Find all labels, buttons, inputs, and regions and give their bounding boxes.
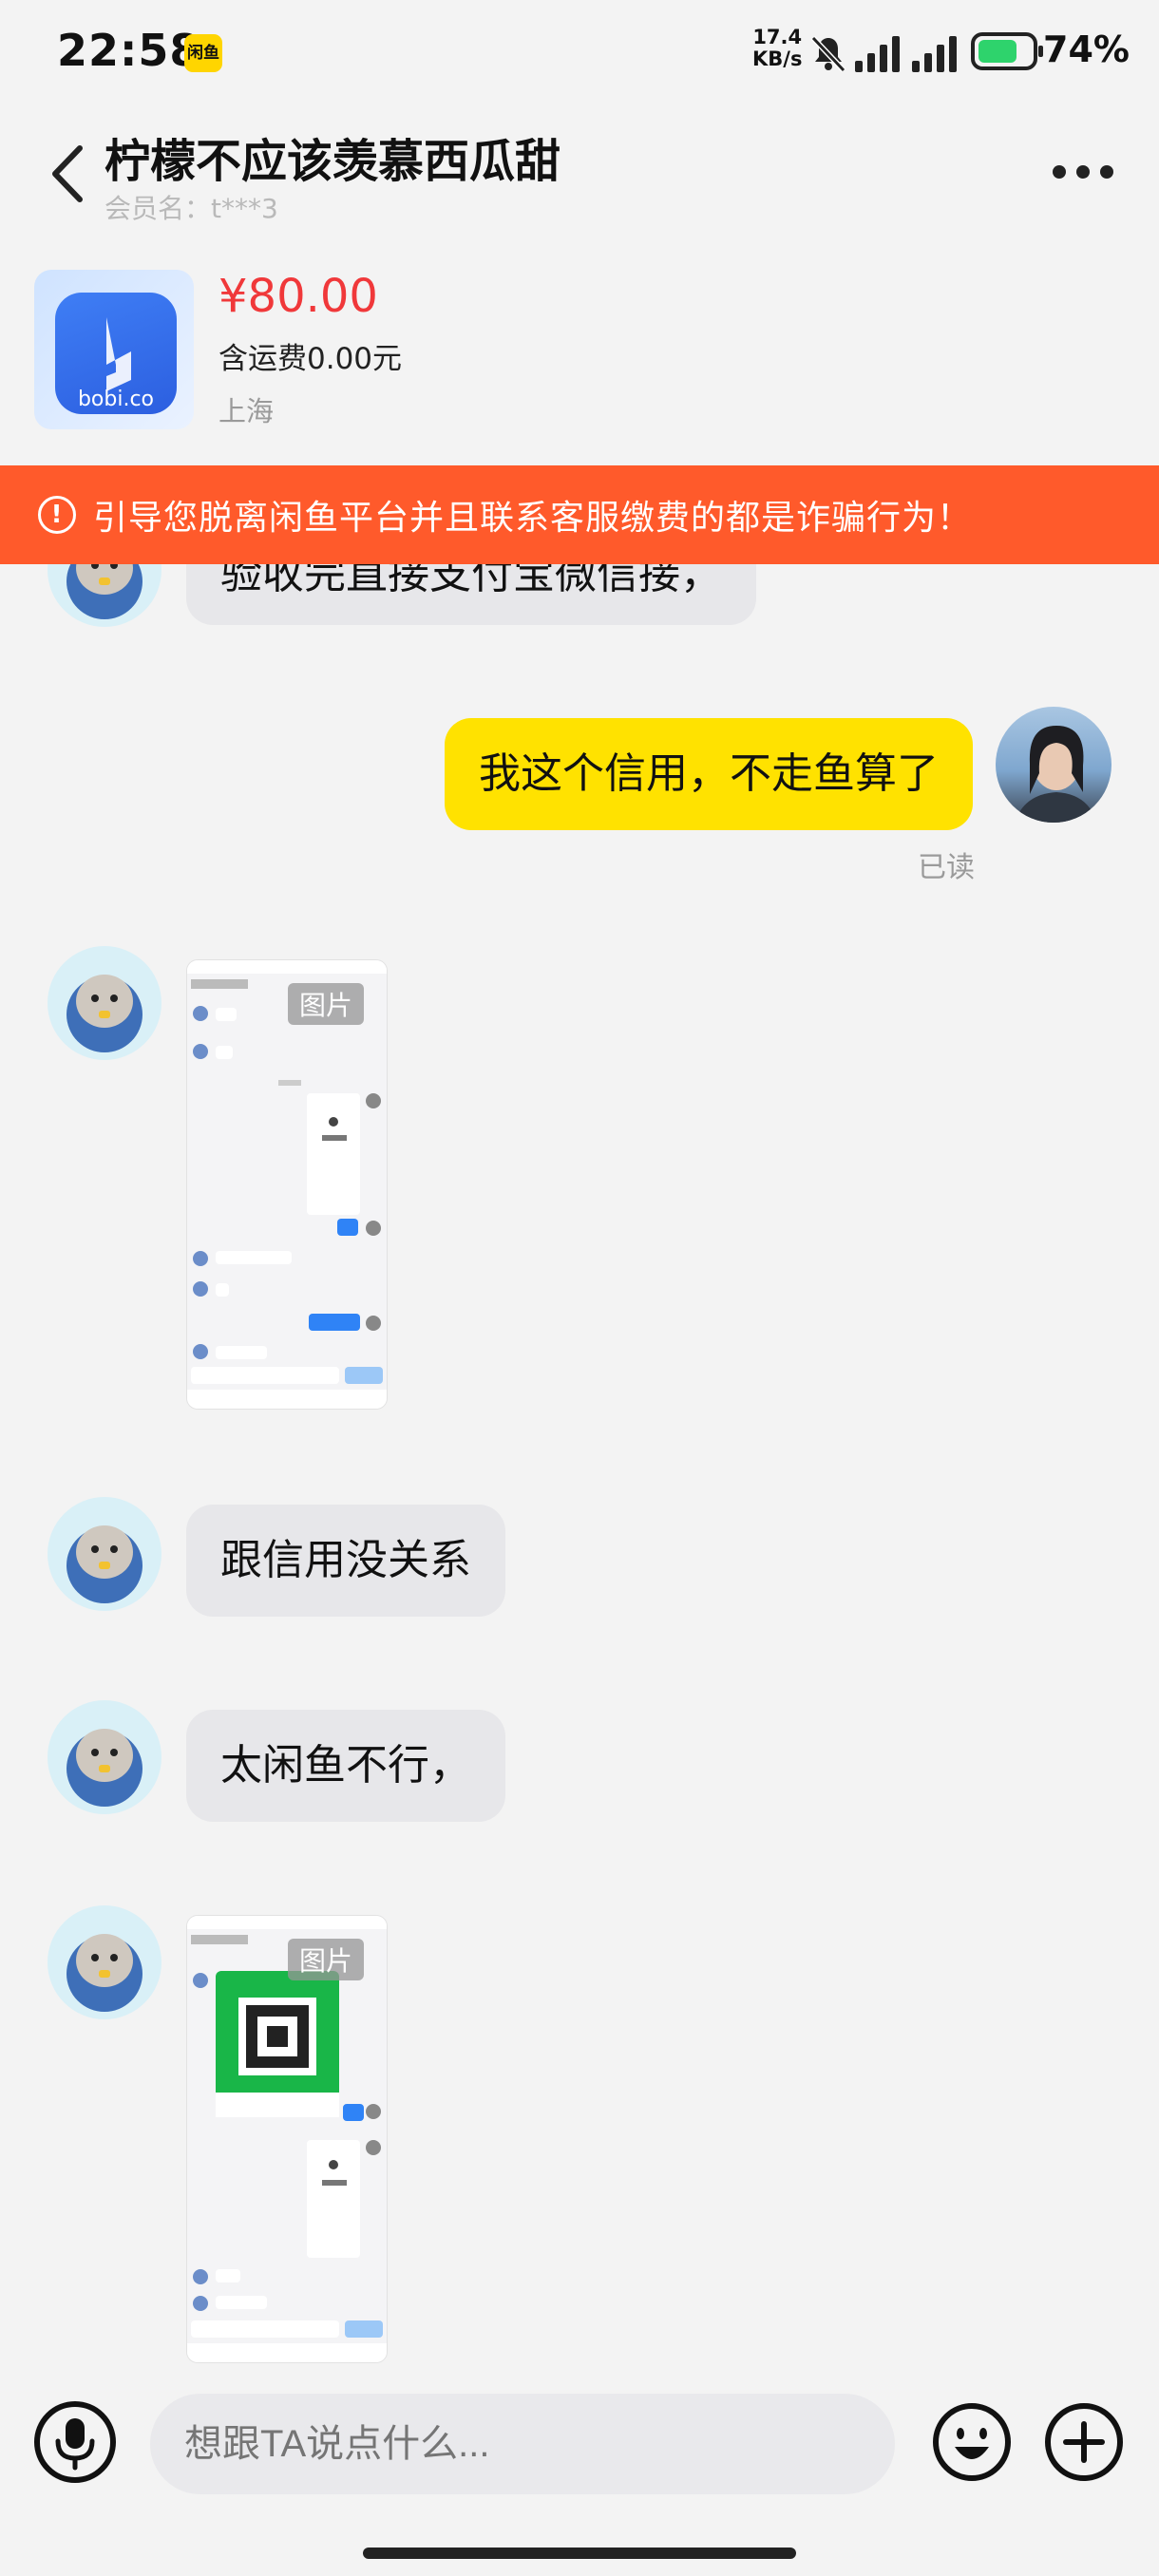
my-avatar[interactable]	[996, 707, 1112, 823]
shipping-fee: 含运费0.00元	[218, 342, 403, 376]
seller-avatar[interactable]	[48, 1497, 162, 1611]
emoji-button-icon[interactable]	[931, 2401, 1013, 2483]
battery-icon	[971, 32, 1043, 70]
status-bar: 22:58 闲鱼 17.4 KB/s 74%	[0, 0, 1159, 104]
message-bubble-outgoing: 我这个信用，不走鱼算了	[445, 718, 973, 830]
more-menu-icon[interactable]	[1051, 163, 1115, 180]
image-message[interactable]: 图片	[186, 959, 388, 1410]
product-location: 上海	[218, 395, 275, 427]
home-indicator[interactable]	[363, 2548, 796, 2559]
battery-fill	[978, 40, 1016, 63]
network-speed: 17.4 KB/s	[752, 27, 802, 70]
member-name: 会员名：t***3	[104, 193, 278, 224]
microphone-icon	[55, 2418, 95, 2471]
seller-avatar[interactable]	[48, 1700, 162, 1814]
signal-bars-icon	[912, 36, 957, 72]
warning-icon: !	[38, 496, 76, 534]
seller-avatar[interactable]	[48, 946, 162, 1060]
image-message[interactable]: 图片	[186, 1915, 388, 2363]
image-label: 图片	[288, 983, 365, 1025]
speed-value: 17.4	[752, 26, 803, 48]
product-thumbnail[interactable]: bobi.co	[34, 270, 194, 429]
mute-bell-icon	[810, 35, 846, 73]
message-bubble-incoming: 太闲鱼不行，	[186, 1710, 505, 1822]
fraud-warning-banner: ! 引导您脱离闲鱼平台并且联系客服缴费的都是诈骗行为！	[0, 465, 1159, 564]
message-input[interactable]	[150, 2394, 895, 2494]
signal-bars-icon	[855, 36, 900, 72]
add-attachment-icon[interactable]	[1043, 2401, 1125, 2483]
speed-unit: KB/s	[752, 47, 803, 70]
product-app-name: bobi.co	[77, 388, 155, 411]
seller-avatar[interactable]	[48, 1905, 162, 2019]
back-arrow-icon[interactable]	[48, 141, 89, 207]
xianyu-notification-icon: 闲鱼	[184, 34, 222, 72]
chat-title: 柠檬不应该羡慕西瓜甜	[104, 135, 561, 188]
battery-percent: 74%	[1043, 28, 1130, 70]
message-bubble-incoming: 跟信用没关系	[186, 1505, 505, 1617]
voice-input-button[interactable]	[34, 2401, 116, 2483]
product-price: ¥80.00	[218, 270, 378, 323]
chat-screenshot-image	[187, 1916, 387, 2362]
warning-text: 引导您脱离闲鱼平台并且联系客服缴费的都是诈骗行为！	[93, 499, 973, 538]
clock: 22:58	[57, 25, 201, 76]
chat-screenshot-image	[187, 960, 387, 1409]
read-status: 已读	[918, 851, 975, 884]
image-label: 图片	[288, 1939, 365, 1980]
